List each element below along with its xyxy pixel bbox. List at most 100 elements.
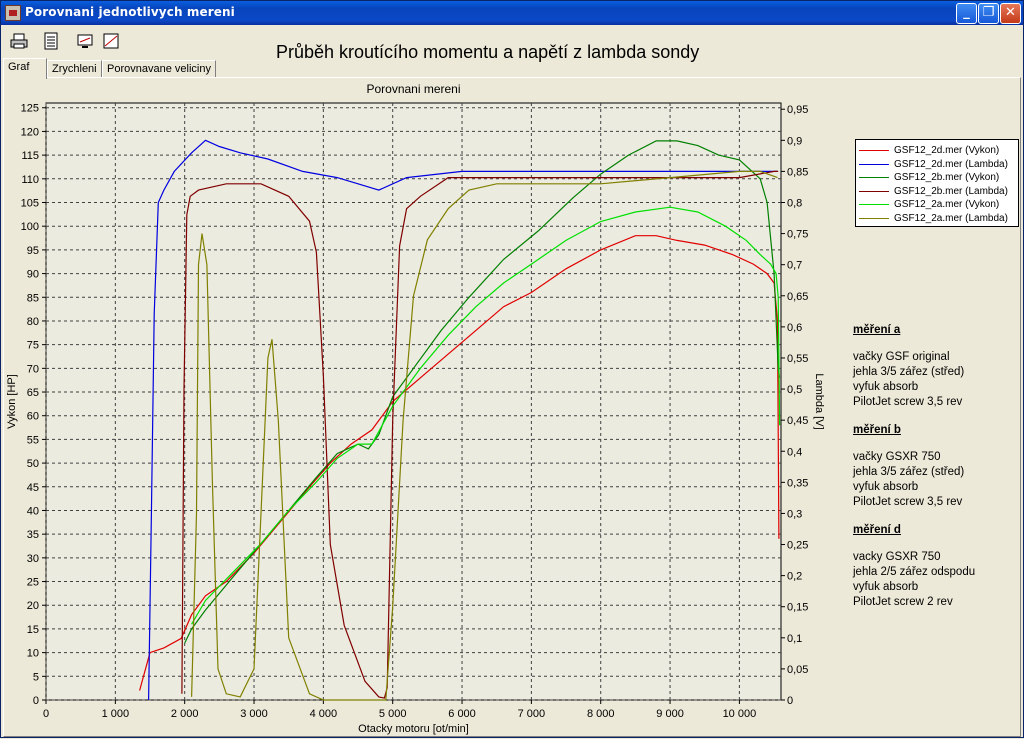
y-tick-label: 120 <box>21 126 39 138</box>
legend-label: GSF12_2a.mer (Vykon) <box>894 199 1000 210</box>
note-line: vyfuk absorb <box>853 381 919 393</box>
minimize-button[interactable]: _ <box>956 3 977 24</box>
restore-button[interactable]: ❐ <box>978 3 999 24</box>
y2-tick-label: 0,7 <box>787 260 802 272</box>
y-tick-label: 25 <box>27 577 39 589</box>
legend-swatch <box>859 217 889 219</box>
y2-tick-label: 0 <box>787 695 793 707</box>
note-line: PilotJet screw 2 rev <box>853 596 953 608</box>
x-tick-label: 1 000 <box>102 708 130 720</box>
y2-tick-label: 0,55 <box>787 353 808 365</box>
y-tick-label: 55 <box>27 434 39 446</box>
y2-tick-label: 0,2 <box>787 571 802 583</box>
y-tick-label: 45 <box>27 482 39 494</box>
legend-label: GSF12_2a.mer (Lambda) <box>894 212 1008 224</box>
y2-tick-label: 0,8 <box>787 198 802 210</box>
note-line: PilotJet screw 3,5 rev <box>853 496 963 508</box>
chart-legend: GSF12_2d.mer (Vykon) GSF12_2d.mer (Lambda… <box>855 139 1019 227</box>
y-tick-label: 20 <box>27 600 39 612</box>
note-title: měření a <box>853 324 901 336</box>
note-line: jehla 3/5 zářez (střed) <box>853 366 965 378</box>
y-tick-label: 15 <box>27 624 39 636</box>
app-window: Porovnani jednotlivych mereni _ ❐ ✕ Průb… <box>0 0 1024 738</box>
y-tick-label: 70 <box>27 363 39 375</box>
legend-label: GSF12_2b.mer (Lambda) <box>894 185 1008 197</box>
tab-graf[interactable]: Graf <box>3 58 47 79</box>
note-title: měření d <box>853 524 901 536</box>
y2-tick-label: 0,9 <box>787 135 802 147</box>
note-line: vacky GSXR 750 <box>853 551 941 563</box>
list-button[interactable] <box>39 29 63 53</box>
y2-tick-label: 0,35 <box>787 477 808 489</box>
note-line: jehla 2/5 zářez odspodu <box>853 566 976 578</box>
note-block: měření b vačky GSXR 750 jehla 3/5 zářez (s… <box>853 423 975 510</box>
x-tick-label: 2 000 <box>171 708 199 720</box>
y-tick-label: 105 <box>21 198 39 210</box>
y2-tick-label: 0,05 <box>787 664 808 676</box>
y2-tick-label: 0,75 <box>787 229 808 241</box>
y-axis-label: Vykon [HP] <box>6 374 18 429</box>
y2-tick-label: 0,5 <box>787 384 802 396</box>
y-tick-label: 30 <box>27 553 39 565</box>
close-button[interactable]: ✕ <box>1000 3 1021 24</box>
note-line: PilotJet screw 3,5 rev <box>853 396 963 408</box>
chart-button[interactable] <box>99 29 123 53</box>
y-tick-label: 100 <box>21 221 39 233</box>
title-bar[interactable]: Porovnani jednotlivych mereni _ ❐ ✕ <box>1 1 1023 25</box>
chart-icon <box>103 33 119 49</box>
y2-tick-label: 0,15 <box>787 602 808 614</box>
x-tick-label: 0 <box>43 708 49 720</box>
legend-entry: GSF12_2d.mer (Vykon) <box>859 144 999 157</box>
y2-tick-label: 0,95 <box>787 104 808 116</box>
y-tick-label: 80 <box>27 316 39 328</box>
list-icon <box>44 32 58 50</box>
y2-tick-label: 0,45 <box>787 415 808 427</box>
y-tick-label: 115 <box>21 150 39 162</box>
note-line: vačky GSF original <box>853 351 950 363</box>
watermark-logo <box>141 466 187 733</box>
y-tick-label: 60 <box>27 411 39 423</box>
x-tick-label: 3 000 <box>240 708 268 720</box>
y2-axis-label: Lambda [V] <box>813 373 825 429</box>
x-tick-label: 10 000 <box>723 708 757 720</box>
legend-entry: GSF12_2a.mer (Vykon) <box>859 198 999 211</box>
y-tick-label: 85 <box>27 292 39 304</box>
tab-porovnavane-veliciny[interactable]: Porovnavane veliciny <box>102 60 216 78</box>
y-tick-label: 50 <box>27 458 39 470</box>
x-tick-label: 8 000 <box>587 708 615 720</box>
y-tick-label: 40 <box>27 505 39 517</box>
note-title: měření b <box>853 424 901 436</box>
note-line: vačky GSXR 750 <box>853 451 941 463</box>
y2-tick-label: 0,1 <box>787 633 802 645</box>
y-tick-label: 95 <box>27 245 39 257</box>
app-icon[interactable] <box>5 5 21 21</box>
measurement-notes: měření a vačky GSF original jehla 3/5 záře… <box>853 323 975 623</box>
legend-label: GSF12_2d.mer (Lambda) <box>894 158 1008 170</box>
x-tick-label: 5 000 <box>379 708 407 720</box>
tab-zrychleni[interactable]: Zrychleni <box>47 60 102 78</box>
y2-tick-label: 0,85 <box>787 166 808 178</box>
legend-swatch <box>859 163 889 165</box>
chart: 0 1 000 2 000 3 000 4 000 5 000 6 000 7 000 8 00… <box>6 82 825 735</box>
x-tick-label: 6 000 <box>448 708 476 720</box>
page-heading: Průběh kroutícího momentu a napětí z lam… <box>276 42 700 62</box>
y-tick-label: 10 <box>27 648 39 660</box>
legend-swatch <box>859 190 889 192</box>
note-line: jehla 3/5 zářez (střed) <box>853 466 965 478</box>
print-button[interactable] <box>7 29 31 53</box>
legend-label: GSF12_2b.mer (Vykon) <box>894 172 1000 183</box>
y-tick-label: 110 <box>21 174 39 186</box>
note-block: měření d vacky GSXR 750 jehla 2/5 zářez od… <box>853 523 975 610</box>
legend-entry: GSF12_2d.mer (Lambda) <box>859 158 1008 171</box>
legend-label: GSF12_2d.mer (Vykon) <box>894 145 1000 156</box>
y2-tick-label: 0,3 <box>787 508 802 520</box>
y-tick-label: 75 <box>27 340 39 352</box>
note-block: měření a vačky GSF original jehla 3/5 záře… <box>853 323 975 410</box>
y2-tick-label: 0,65 <box>787 291 808 303</box>
monitor-icon <box>77 34 93 48</box>
x-tick-label: 9 000 <box>656 708 684 720</box>
y-tick-label: 65 <box>27 387 39 399</box>
chart-title: Porovnani mereni <box>366 82 460 96</box>
monitor-button[interactable] <box>73 29 97 53</box>
x-tick-label: 7 000 <box>518 708 546 720</box>
